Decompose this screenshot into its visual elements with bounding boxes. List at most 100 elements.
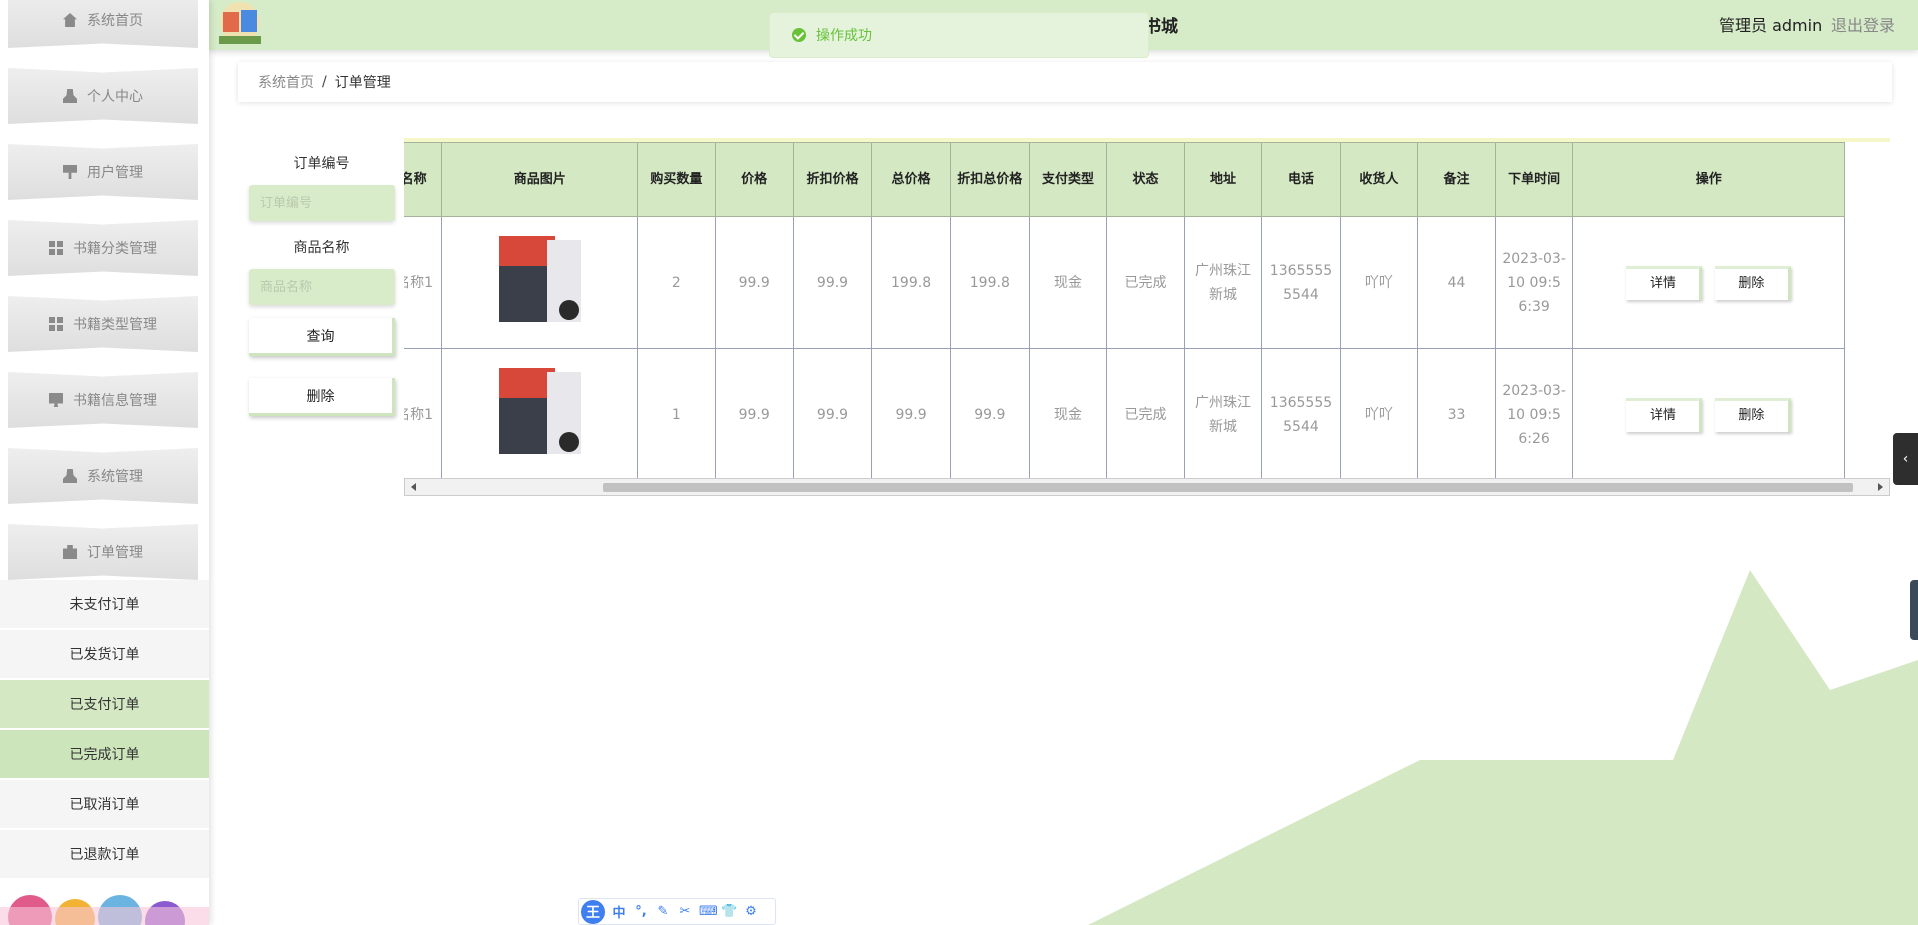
cell-pay-type: 现金 — [1028, 348, 1108, 481]
cell-product-name: 商品名称1 — [404, 216, 443, 349]
side-widget-tab[interactable] — [1910, 580, 1918, 640]
orders-table: 商品名称 商品图片 购买数量 价格 折扣价格 总价格 折扣总价格 支付类型 状态… — [404, 142, 1845, 481]
sidebar-item-system[interactable]: 系统管理 — [8, 448, 198, 504]
scroll-right-arrow-icon[interactable] — [1878, 483, 1883, 491]
sidebar-item-personal-center[interactable]: 个人中心 — [8, 68, 198, 124]
submenu-label: 已完成订单 — [69, 747, 140, 763]
cell-status: 已完成 — [1106, 348, 1185, 481]
col-header-order-time: 下单时间 — [1494, 142, 1574, 217]
col-header-total: 总价格 — [871, 142, 951, 217]
book-cover-image — [498, 367, 581, 454]
grid-icon — [49, 241, 63, 255]
detail-button[interactable]: 详情 — [1626, 265, 1703, 300]
logo-image — [219, 2, 261, 44]
ime-mode-toggle[interactable]: 中 — [611, 902, 627, 921]
keyboard-icon[interactable]: ⌨ — [699, 904, 718, 919]
submenu-label: 已退款订单 — [69, 847, 140, 863]
submenu-shipped-orders[interactable]: 已发货订单 — [0, 630, 209, 678]
collapse-panel-tab[interactable]: ‹ — [1893, 433, 1918, 485]
toast-message: 操作成功 — [816, 28, 872, 44]
user-icon — [63, 89, 77, 103]
breadcrumb-home[interactable]: 系统首页 — [258, 72, 314, 92]
batch-delete-button[interactable]: 删除 — [249, 378, 395, 416]
col-header-receiver: 收货人 — [1339, 142, 1419, 217]
cell-phone: 13655555544 — [1261, 216, 1341, 349]
punctuation-icon[interactable]: °, — [633, 904, 649, 919]
cell-price: 99.9 — [714, 348, 794, 481]
col-header-price: 价格 — [714, 142, 794, 217]
delete-button[interactable]: 删除 — [1714, 265, 1791, 300]
cell-quantity: 2 — [637, 216, 716, 349]
cell-product-name: 商品名称1 — [404, 348, 443, 481]
app-root: 系统首页 个人中心 用户管理 书籍分类管理 书籍类型管理 书籍信息管理 系统管理 — [0, 0, 1918, 925]
scissors-icon[interactable]: ✂ — [677, 904, 693, 919]
scroll-left-arrow-icon[interactable] — [411, 483, 416, 491]
sidebar: 系统首页 个人中心 用户管理 书籍分类管理 书籍类型管理 书籍信息管理 系统管理 — [0, 0, 209, 925]
horizontal-scrollbar[interactable] — [404, 478, 1890, 496]
sidebar-item-label: 书籍分类管理 — [73, 241, 157, 257]
submenu-refunded-orders[interactable]: 已退款订单 — [0, 830, 209, 878]
grid-icon — [49, 317, 63, 331]
chevron-left-icon: ‹ — [1902, 451, 1909, 467]
col-header-quantity: 购买数量 — [637, 142, 716, 217]
submenu-completed-orders[interactable]: 已完成订单 — [0, 730, 209, 778]
sidebar-item-label: 个人中心 — [87, 89, 143, 105]
user-icon — [63, 469, 77, 483]
col-header-status: 状态 — [1106, 142, 1185, 217]
skin-icon[interactable]: 👕 — [721, 904, 737, 919]
product-name-input[interactable] — [249, 269, 395, 305]
cell-price: 99.9 — [714, 216, 794, 349]
cell-quantity: 1 — [637, 348, 716, 481]
submenu-paid-orders[interactable]: 已支付订单 — [0, 680, 209, 728]
sidebar-item-orders[interactable]: 订单管理 — [8, 524, 198, 580]
table-row: 商品名称1 1 99.9 99.9 99.9 99.9 现金 — [404, 348, 1845, 481]
cell-remark: 33 — [1417, 348, 1496, 481]
monitor-icon — [49, 393, 63, 407]
submenu-cancelled-orders[interactable]: 已取消订单 — [0, 780, 209, 828]
sidebar-item-label: 用户管理 — [87, 165, 143, 181]
check-circle-icon — [792, 28, 806, 42]
sidebar-item-label: 系统管理 — [87, 469, 143, 485]
sidebar-item-label: 系统首页 — [87, 13, 143, 29]
sidebar-item-book-info[interactable]: 书籍信息管理 — [8, 372, 198, 428]
col-header-product-image: 商品图片 — [441, 142, 639, 217]
query-button[interactable]: 查询 — [249, 318, 395, 356]
sidebar-item-user-management[interactable]: 用户管理 — [8, 144, 198, 200]
detail-button[interactable]: 详情 — [1626, 397, 1703, 432]
sidebar-item-book-type[interactable]: 书籍类型管理 — [8, 296, 198, 352]
scrollbar-thumb[interactable] — [603, 483, 1853, 492]
sidebar-decoration-image — [0, 895, 209, 925]
logout-link[interactable]: 退出登录 — [1831, 12, 1895, 36]
cell-total: 99.9 — [871, 348, 951, 481]
site-title: 书城 — [1144, 17, 1178, 37]
breadcrumb-separator: / — [322, 74, 327, 90]
submenu-label: 已支付订单 — [69, 697, 140, 713]
ime-toolbar: 王 中 °, ✎ ✂ ⌨ 👕 ⚙ — [578, 898, 776, 925]
submenu-label: 已取消订单 — [69, 797, 140, 813]
ime-logo-icon[interactable]: 王 — [581, 899, 605, 924]
sidebar-item-home[interactable]: 系统首页 — [8, 0, 198, 48]
cell-address: 广州珠江新城 — [1183, 348, 1263, 481]
breadcrumb-current: 订单管理 — [334, 75, 391, 91]
admin-label: 管理员 admin — [1719, 16, 1823, 35]
submenu-unpaid-orders[interactable]: 未支付订单 — [0, 580, 209, 628]
cell-product-image — [441, 348, 639, 481]
home-icon — [63, 13, 77, 27]
pen-icon[interactable]: ✎ — [655, 904, 671, 919]
cell-total: 199.8 — [871, 216, 951, 349]
cell-actions: 详情 删除 — [1572, 216, 1845, 349]
cell-pay-type: 现金 — [1028, 216, 1108, 349]
sidebar-item-label: 书籍信息管理 — [73, 393, 157, 409]
settings-gear-icon[interactable]: ⚙ — [743, 904, 759, 919]
cell-address: 广州珠江新城 — [1183, 216, 1263, 349]
briefcase-icon — [63, 545, 77, 559]
sidebar-item-label: 书籍类型管理 — [73, 317, 157, 333]
cell-discount-total: 99.9 — [949, 348, 1030, 481]
sidebar-item-book-category[interactable]: 书籍分类管理 — [8, 220, 198, 276]
product-name-label: 商品名称 — [293, 240, 350, 256]
sidebar-item-label: 订单管理 — [87, 545, 143, 561]
breadcrumb: 系统首页 / 订单管理 — [238, 62, 1892, 102]
order-no-input[interactable] — [249, 185, 395, 221]
orders-table-container: 商品名称 商品图片 购买数量 价格 折扣价格 总价格 折扣总价格 支付类型 状态… — [404, 138, 1890, 496]
delete-button[interactable]: 删除 — [1714, 397, 1791, 432]
